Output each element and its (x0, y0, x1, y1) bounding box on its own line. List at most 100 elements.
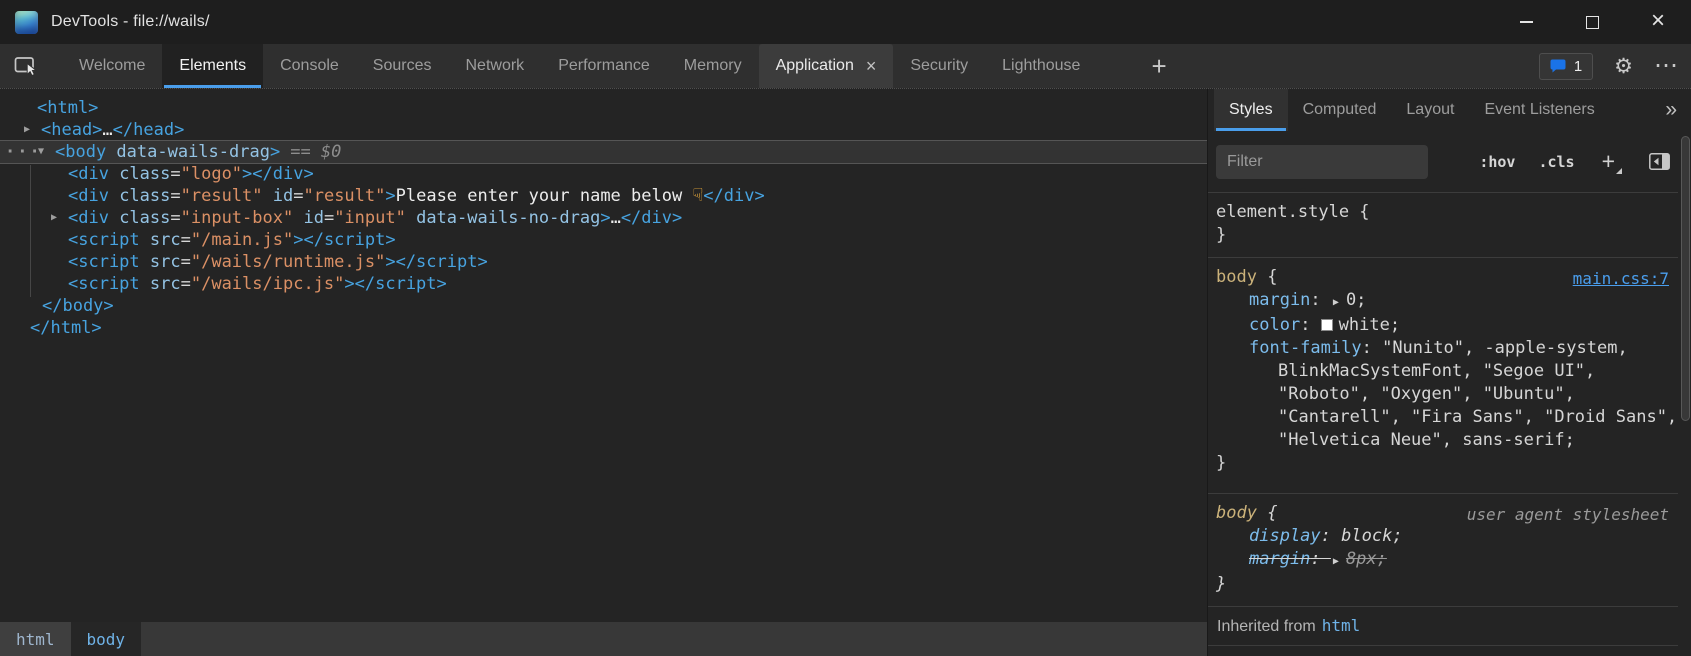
dom-tree-row[interactable]: <script src="/wails/runtime.js"></script… (0, 251, 1207, 273)
css-property[interactable]: font-family: "Nunito", -apple-system, (1216, 337, 1670, 360)
pseudo-state-toggle[interactable]: :hov (1479, 153, 1515, 171)
code-tag: <script (68, 274, 140, 294)
dom-tree-row[interactable]: ▶<div class="input-box" id="input" data-… (0, 207, 1207, 229)
code-val: "input-box" (181, 208, 294, 228)
code-tag: </script> (396, 252, 488, 272)
window-titlebar: DevTools - file://wails/ × (0, 0, 1691, 44)
styles-filter-input[interactable] (1216, 145, 1428, 179)
css-property[interactable]: color: white; (1216, 314, 1670, 337)
dom-tree-row[interactable]: <script src="/main.js"></script> (0, 229, 1207, 251)
dom-tree-row[interactable]: ▶<head>…</head> (0, 119, 1207, 141)
code-attr: data-wails-drag (106, 142, 270, 162)
minimize-button[interactable] (1493, 0, 1559, 44)
css-value-continuation: "Roboto", "Oxygen", "Ubuntu", (1216, 383, 1670, 406)
tab-performance[interactable]: Performance (541, 44, 667, 88)
colon: : (1362, 338, 1382, 358)
sidebar-tab-computed[interactable]: Computed (1288, 89, 1392, 131)
dom-node-markup: <div class="logo"></div> (68, 164, 314, 184)
css-property-value: block; (1341, 526, 1402, 546)
dom-tree-row[interactable]: </body> (0, 295, 1207, 317)
inspect-element-button[interactable] (6, 44, 48, 88)
sidebar-tab-layout[interactable]: Layout (1391, 89, 1469, 131)
css-rule-section: body {user agent stylesheetdisplay: bloc… (1208, 494, 1678, 607)
expand-longhand-icon[interactable]: ▶ (1333, 297, 1339, 308)
expand-arrow-icon[interactable]: ▼ (38, 141, 44, 163)
new-style-rule-button[interactable]: + (1602, 150, 1622, 173)
tab-welcome[interactable]: Welcome (62, 44, 162, 88)
code-val: "input" (334, 208, 406, 228)
tab-label: Memory (684, 57, 742, 75)
code-attr: src (140, 230, 181, 250)
tab-label: Lighthouse (1002, 57, 1080, 75)
overridden-property: margin: (1249, 549, 1331, 569)
css-property[interactable]: margin: ▶8px; (1216, 548, 1670, 573)
tab-elements[interactable]: Elements (162, 44, 263, 88)
close-icon: × (1651, 9, 1665, 33)
stylesheet-link[interactable]: main.css:7 (1573, 267, 1669, 290)
css-value-continuation: "Cantarell", "Fira Sans", "Droid Sans", (1216, 406, 1670, 429)
expand-arrow-icon[interactable]: ▶ (24, 119, 30, 141)
dom-tree-row[interactable]: <div class="result" id="result">Please e… (0, 185, 1207, 207)
expand-arrow-icon[interactable]: ▶ (51, 207, 57, 229)
row-actions-dots[interactable]: ··· (5, 141, 42, 163)
dom-tree-row[interactable]: ···▼<body data-wails-drag>== $0 (0, 141, 1207, 163)
overflow-tabs-icon[interactable]: » (1665, 98, 1677, 122)
breadcrumb-body[interactable]: body (71, 622, 142, 656)
code-tag: </head> (113, 120, 185, 140)
css-selector[interactable]: body (1216, 267, 1257, 287)
tab-application[interactable]: Application× (759, 44, 894, 88)
css-property-name: font-family (1249, 338, 1362, 358)
issues-counter[interactable]: 1 (1539, 53, 1593, 80)
css-rule-header: element.style { (1216, 201, 1670, 224)
tab-security[interactable]: Security (893, 44, 985, 88)
tab-memory[interactable]: Memory (667, 44, 759, 88)
dom-node-link[interactable]: html (1322, 616, 1361, 635)
inherited-from-section: Inherited fromhtml (1208, 607, 1678, 646)
sidebar-tab-styles[interactable]: Styles (1214, 89, 1288, 131)
computed-sidebar-toggle[interactable] (1649, 153, 1670, 170)
code-tag: </body> (42, 296, 114, 316)
css-property-name: color (1249, 315, 1300, 335)
inspect-cursor-icon (14, 54, 41, 78)
more-tabs-button[interactable]: + (1137, 44, 1180, 88)
tab-sources[interactable]: Sources (356, 44, 449, 88)
code-eq: = (293, 186, 303, 206)
css-rule-section: element.style {} (1208, 193, 1678, 258)
css-property[interactable]: display: block; (1216, 525, 1670, 548)
css-selector[interactable]: body (1216, 503, 1257, 523)
code-tag: > (385, 186, 395, 206)
code-eq: = (181, 274, 191, 294)
dom-node-markup: <script src="/main.js"></script> (68, 230, 396, 250)
tab-console[interactable]: Console (263, 44, 356, 88)
dom-tree-row[interactable]: <html> (0, 97, 1207, 119)
maximize-button[interactable] (1559, 0, 1625, 44)
code-tag: </html> (30, 318, 102, 338)
dom-tree-row[interactable]: <script src="/wails/ipc.js"></script> (0, 273, 1207, 295)
code-tag: > (270, 142, 280, 162)
expand-longhand-icon[interactable]: ▶ (1333, 556, 1339, 567)
toolbar-right-group: 1 ⚙ ⋯ (1539, 44, 1679, 88)
dom-tree-row[interactable]: </html> (0, 317, 1207, 339)
stylesheet-origin-label: user agent stylesheet (1467, 503, 1669, 526)
more-options-icon[interactable]: ⋯ (1654, 54, 1679, 78)
css-property[interactable]: margin: ▶0; (1216, 289, 1670, 314)
tab-label: Sources (373, 57, 432, 75)
sidebar-scrollbar-thumb[interactable] (1681, 136, 1690, 421)
tab-lighthouse[interactable]: Lighthouse (985, 44, 1097, 88)
code-emoji: ☟ (692, 185, 703, 206)
dom-tree-row[interactable]: <div class="logo"></div> (0, 163, 1207, 185)
code-eq: = (170, 164, 180, 184)
close-tab-icon[interactable]: × (866, 57, 877, 75)
sidebar-tab-event-listeners[interactable]: Event Listeners (1469, 89, 1609, 131)
css-rule-section: html {main.css:1background-color: rgba(3… (1208, 646, 1678, 656)
close-button[interactable]: × (1625, 0, 1691, 44)
breadcrumb-html[interactable]: html (0, 622, 71, 656)
tab-label: Network (466, 57, 525, 75)
color-swatch[interactable] (1321, 319, 1333, 331)
css-selector[interactable]: element.style (1216, 202, 1349, 222)
settings-gear-icon[interactable]: ⚙ (1614, 56, 1633, 77)
code-val: "logo" (181, 164, 242, 184)
element-classes-toggle[interactable]: .cls (1538, 153, 1574, 171)
dom-node-markup: </html> (30, 318, 102, 338)
tab-network[interactable]: Network (449, 44, 542, 88)
